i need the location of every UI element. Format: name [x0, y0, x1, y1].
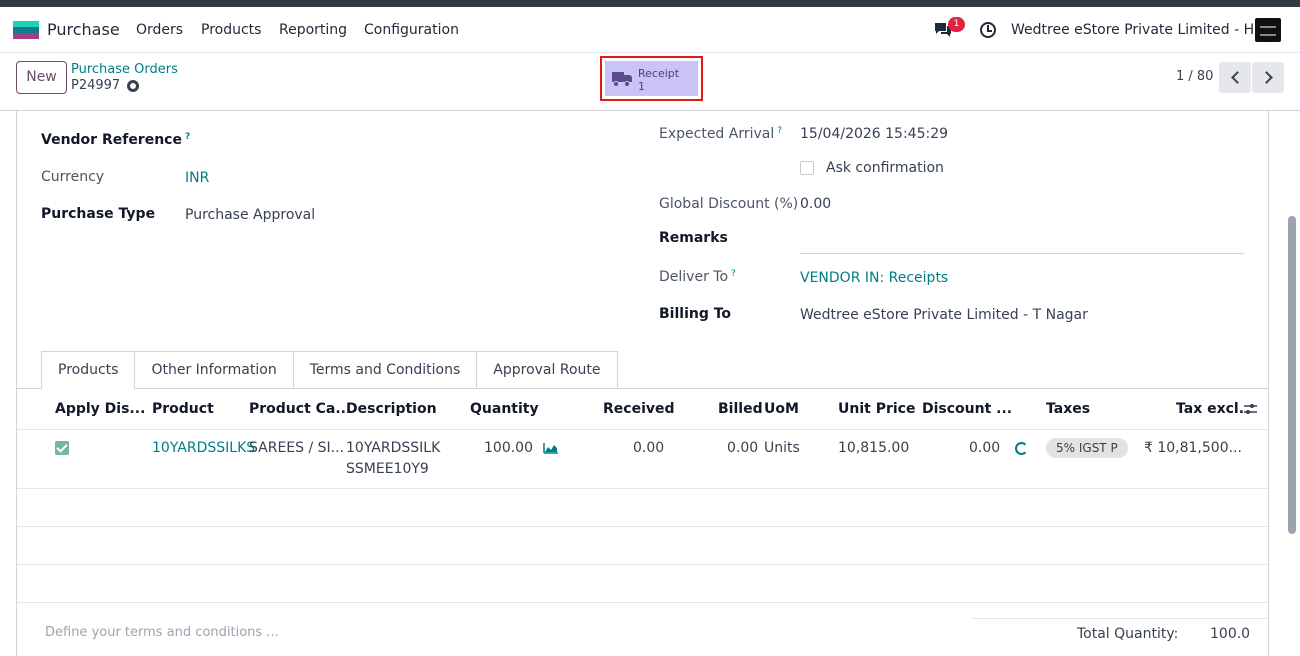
col-quantity[interactable]: Quantity	[470, 401, 539, 417]
col-tax-excluded[interactable]: Tax excl.	[1176, 401, 1244, 417]
pager-value[interactable]: 1 / 80	[1176, 69, 1213, 84]
col-apply-discount[interactable]: Apply Dis...	[55, 401, 145, 417]
col-unit-price[interactable]: Unit Price	[838, 401, 915, 417]
smart-button-label: Receipt	[638, 67, 680, 80]
activity-clock-icon[interactable]	[980, 22, 996, 38]
global-discount-label: Global Discount (%)	[659, 196, 799, 212]
tab-other-information[interactable]: Other Information	[134, 351, 294, 389]
totals-divider	[972, 618, 1268, 619]
ask-confirmation-label: Ask confirmation	[826, 160, 944, 176]
col-description[interactable]: Description	[346, 401, 437, 417]
currency-label: Currency	[41, 169, 105, 185]
tax-badge[interactable]: 5% IGST P	[1046, 438, 1128, 458]
description-line-1[interactable]: 10YARDSSILK	[346, 440, 440, 456]
remarks-field[interactable]	[800, 253, 1244, 254]
vendor-reference-label: Vendor Reference?	[41, 132, 191, 148]
col-taxes[interactable]: Taxes	[1046, 401, 1090, 417]
main-navbar: Purchase Orders Products Reporting Confi…	[0, 7, 1300, 53]
expected-arrival-field[interactable]: 15/04/2026 15:45:29	[800, 126, 948, 142]
receipt-smart-button[interactable]: Receipt 1	[600, 56, 703, 101]
global-discount-field[interactable]: 0.00	[800, 196, 831, 212]
col-uom[interactable]: UoM	[764, 401, 799, 417]
received-cell: 0.00	[633, 440, 665, 456]
terms-conditions-input[interactable]: Define your terms and conditions ...	[45, 625, 279, 640]
row-divider-2	[17, 526, 1268, 527]
row-divider-3	[17, 564, 1268, 565]
deliver-to-label: Deliver To?	[659, 269, 736, 285]
tab-products[interactable]: Products	[41, 351, 136, 389]
menu-products[interactable]: Products	[201, 22, 261, 38]
tab-divider	[16, 388, 1269, 389]
notification-badge: 1	[948, 17, 965, 32]
gear-icon[interactable]	[127, 80, 139, 92]
row-divider-4	[17, 602, 1268, 603]
pager-next-button[interactable]	[1252, 62, 1284, 93]
product-cell[interactable]: 10YARDSSILKS	[152, 440, 255, 456]
menu-orders[interactable]: Orders	[136, 22, 183, 38]
billed-cell: 0.00	[727, 440, 759, 456]
billing-to-label: Billing To	[659, 306, 732, 322]
app-name[interactable]: Purchase	[47, 20, 120, 39]
category-cell[interactable]: SAREES / SI...	[249, 440, 344, 456]
pager-previous-button[interactable]	[1219, 62, 1251, 93]
tab-approval-route[interactable]: Approval Route	[476, 351, 618, 389]
chevron-right-icon	[1259, 71, 1273, 84]
uom-cell[interactable]: Units	[764, 440, 800, 456]
truck-icon	[612, 72, 632, 87]
purchase-type-label: Purchase Type	[41, 206, 156, 222]
col-received[interactable]: Received	[603, 401, 675, 417]
vertical-scrollbar[interactable]	[1288, 216, 1296, 534]
remarks-label: Remarks	[659, 230, 728, 246]
top-strip	[0, 0, 1300, 7]
control-panel: New Purchase Orders P24997 Receipt 1 1 /…	[0, 53, 1300, 111]
expected-arrival-label: Expected Arrival?	[659, 126, 783, 142]
reset-icon[interactable]	[1015, 442, 1028, 455]
notebook-tabs: Products Other Information Terms and Con…	[41, 351, 618, 389]
breadcrumb-purchase-orders[interactable]: Purchase Orders	[71, 62, 178, 77]
description-line-2[interactable]: SSMEE10Y9	[346, 461, 429, 477]
forecast-chart-icon[interactable]	[543, 442, 559, 454]
user-avatar[interactable]	[1255, 18, 1281, 42]
company-switcher[interactable]: Wedtree eStore Private Limited - HO	[1011, 22, 1265, 38]
col-product-category[interactable]: Product Ca...	[249, 401, 351, 417]
unit-price-cell[interactable]: 10,815.00	[838, 440, 909, 456]
menu-reporting[interactable]: Reporting	[279, 22, 347, 38]
row-divider-1	[17, 488, 1268, 489]
deliver-to-field[interactable]: VENDOR IN: Receipts	[800, 270, 948, 286]
record-name: P24997	[71, 78, 121, 93]
currency-field[interactable]: INR	[185, 170, 209, 186]
col-discount[interactable]: Discount ...	[922, 401, 1012, 417]
col-product[interactable]: Product	[152, 401, 214, 417]
purchase-type-field[interactable]: Purchase Approval	[185, 207, 315, 223]
chevron-left-icon	[1230, 71, 1244, 84]
smart-button-body[interactable]: Receipt 1	[605, 61, 698, 96]
ask-confirmation-checkbox[interactable]	[800, 161, 814, 175]
quantity-cell[interactable]: 100.00	[484, 440, 533, 456]
menu-configuration[interactable]: Configuration	[364, 22, 459, 38]
purchase-app-icon[interactable]	[13, 21, 39, 39]
total-quantity-value: 100.0	[1210, 626, 1251, 642]
tax-excluded-cell: ₹ 10,81,500...	[1144, 440, 1242, 456]
billing-to-field[interactable]: Wedtree eStore Private Limited - T Nagar	[800, 307, 1088, 323]
discount-cell[interactable]: 0.00	[969, 440, 1000, 456]
apply-discount-checkbox[interactable]	[55, 441, 69, 455]
tab-terms-and-conditions[interactable]: Terms and Conditions	[292, 351, 478, 389]
total-quantity-label: Total Quantity:	[1077, 626, 1179, 642]
optional-columns-icon[interactable]	[1243, 402, 1258, 416]
header-divider	[17, 429, 1268, 430]
new-button[interactable]: New	[16, 61, 67, 94]
form-content: Vendor Reference? Currency INR Purchase …	[0, 111, 1300, 656]
smart-button-count: 1	[638, 80, 645, 93]
col-billed[interactable]: Billed	[718, 401, 763, 417]
